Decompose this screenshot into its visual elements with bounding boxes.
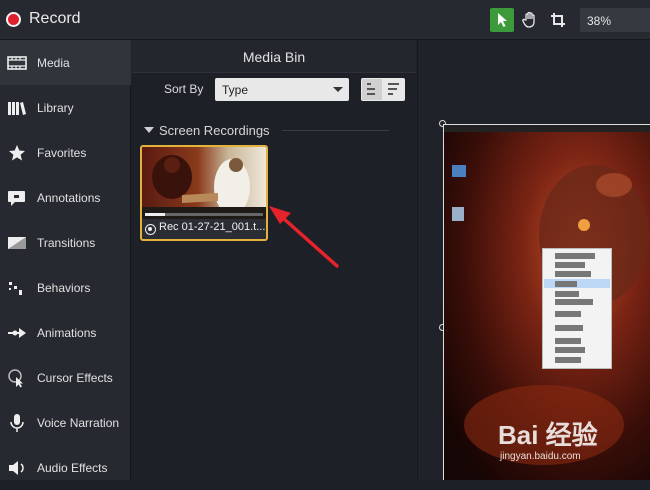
record-button-label[interactable]: Record	[29, 10, 81, 28]
zoom-dropdown[interactable]: 38%	[580, 8, 650, 32]
context-menu-item	[555, 291, 579, 297]
desktop-computer-icon	[452, 165, 466, 177]
context-menu-item	[555, 253, 595, 259]
sidebar-item-cursor-effects[interactable]: Cursor Effects	[0, 355, 131, 400]
microphone-icon	[6, 412, 28, 434]
sidebar-item-label: Audio Effects	[37, 460, 108, 475]
context-menu-item	[555, 311, 581, 317]
context-menu	[542, 248, 612, 369]
sidebar-item-label: Cursor Effects	[37, 370, 113, 385]
context-menu-item	[555, 347, 585, 353]
sidebar-item-favorites[interactable]: Favorites	[0, 130, 131, 175]
chevron-down-icon	[333, 87, 343, 92]
sidebar-item-label: Media	[37, 55, 70, 70]
media-clip-thumbnail[interactable]: Rec 01-27-21_001.t...	[140, 145, 268, 241]
star-icon	[6, 142, 28, 164]
context-menu-item	[555, 338, 581, 344]
media-bin-title: Media Bin	[132, 40, 416, 73]
canvas-area: Bai 经验 jingyan.baidu.com	[417, 40, 650, 480]
sidebar-item-label: Animations	[37, 325, 97, 340]
record-icon[interactable]	[6, 12, 21, 27]
context-menu-item	[555, 281, 577, 287]
sidebar-item-animations[interactable]: Animations	[0, 310, 131, 355]
watermark-logo: Bai 经验	[498, 420, 598, 450]
sidebar-item-annotations[interactable]: Annotations	[0, 175, 131, 220]
speaker-icon	[6, 457, 28, 479]
books-icon	[6, 97, 28, 119]
sort-by-dropdown[interactable]: Type	[215, 78, 349, 101]
sidebar-item-label: Behaviors	[37, 280, 91, 295]
detail-view-icon[interactable]	[388, 83, 399, 95]
view-toggle[interactable]	[361, 78, 405, 101]
crop-icon[interactable]	[546, 8, 570, 32]
recycle-bin-icon	[452, 207, 464, 221]
top-toolbar: Record 38%	[0, 0, 650, 40]
clip-preview-image	[142, 147, 266, 219]
tools-sidebar: Media Library Favorites Annotations Tran…	[0, 40, 131, 480]
canvas-preview[interactable]: Bai 经验 jingyan.baidu.com	[443, 124, 650, 480]
collapse-caret-icon[interactable]	[144, 127, 154, 133]
group-title[interactable]: Screen Recordings	[159, 123, 270, 138]
media-bin-panel: Media Bin Sort By Type Screen Recordings	[132, 40, 416, 480]
sidebar-item-media[interactable]: Media	[0, 40, 131, 85]
divider	[282, 130, 389, 131]
sort-by-value: Type	[222, 83, 249, 97]
context-menu-item	[555, 299, 593, 305]
behaviors-icon	[6, 277, 28, 299]
sidebar-item-label: Transitions	[37, 235, 96, 250]
context-menu-highlight	[544, 279, 610, 288]
sidebar-item-audio-effects[interactable]: Audio Effects	[0, 445, 131, 490]
watermark-url: jingyan.baidu.com	[500, 451, 581, 462]
sort-by-label: Sort By	[164, 82, 204, 96]
cursor-effects-icon	[6, 367, 28, 389]
context-menu-item	[555, 262, 585, 268]
film-strip-icon	[6, 52, 28, 74]
sidebar-item-library[interactable]: Library	[0, 85, 131, 130]
sidebar-item-label: Favorites	[37, 145, 87, 160]
pointer-icon[interactable]	[490, 8, 514, 32]
sidebar-item-label: Annotations	[37, 190, 101, 205]
context-menu-item	[555, 325, 583, 331]
sidebar-item-label: Library	[37, 100, 74, 115]
speech-bubble-icon	[6, 187, 28, 209]
transition-icon	[6, 232, 28, 254]
sidebar-item-transitions[interactable]: Transitions	[0, 220, 131, 265]
clip-name: Rec 01-27-21_001.t...	[159, 221, 266, 233]
hand-icon[interactable]	[518, 8, 542, 32]
sidebar-item-label: Voice Narration	[37, 415, 120, 430]
sidebar-item-behaviors[interactable]: Behaviors	[0, 265, 131, 310]
sidebar-item-voice-narration[interactable]: Voice Narration	[0, 400, 131, 445]
animation-arrow-icon	[6, 322, 28, 344]
context-menu-item	[555, 271, 591, 277]
context-menu-item	[555, 357, 581, 363]
